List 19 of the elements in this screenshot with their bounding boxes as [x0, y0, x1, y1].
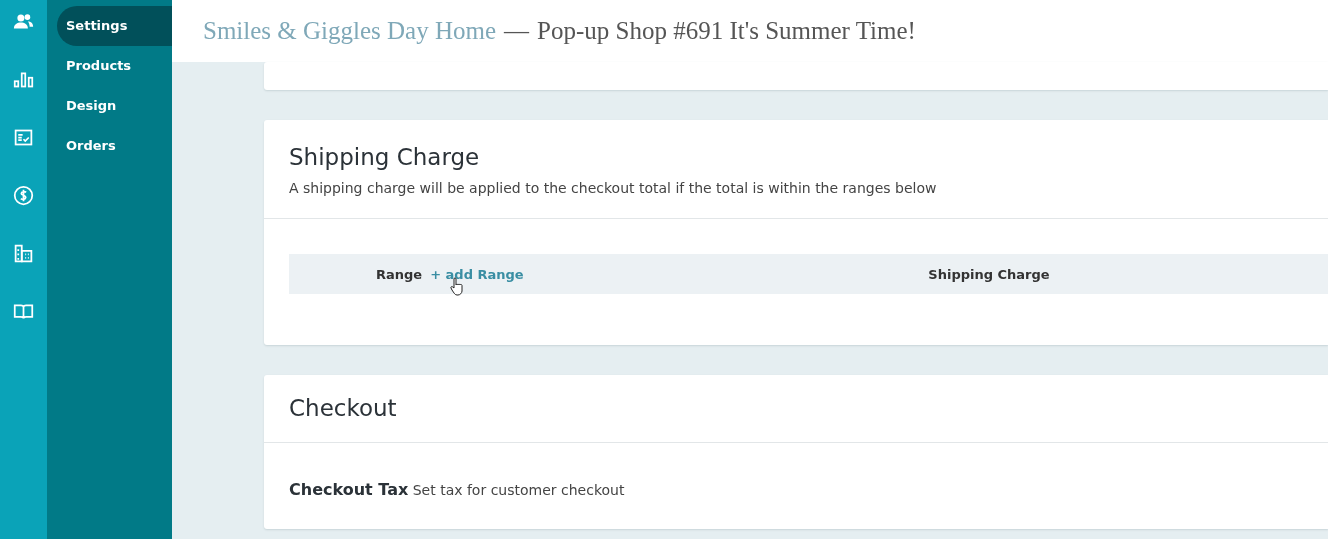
checklist-icon[interactable] [13, 127, 34, 148]
section-title: Checkout [289, 395, 398, 421]
setting-row-text: Checkout Tax Set tax for customer checkout [289, 480, 626, 499]
column-header: Range [376, 266, 423, 282]
column-header: Shipping Charge [928, 266, 1050, 282]
nav-item[interactable]: Settings [57, 6, 172, 46]
people-icon[interactable] [13, 11, 34, 32]
hand-cursor-icon [449, 277, 465, 297]
section-title: Shipping Charge [289, 144, 481, 170]
org-name: Smiles & Giggles Day Home [203, 17, 497, 45]
nav-item[interactable]: Orders [57, 126, 172, 166]
section-description: A shipping charge will be applied to the checkout total if the total is within the ranges below [289, 180, 938, 196]
title-separator: — [504, 17, 530, 45]
nav-item[interactable]: Products [57, 46, 172, 86]
building-icon[interactable] [13, 243, 34, 264]
dollar-icon[interactable] [13, 185, 34, 206]
nav-item[interactable]: Design [57, 86, 172, 126]
add-range-link[interactable]: + add Range [430, 266, 524, 282]
shop-name: Pop-up Shop #691 It's Summer Time! [537, 17, 916, 45]
